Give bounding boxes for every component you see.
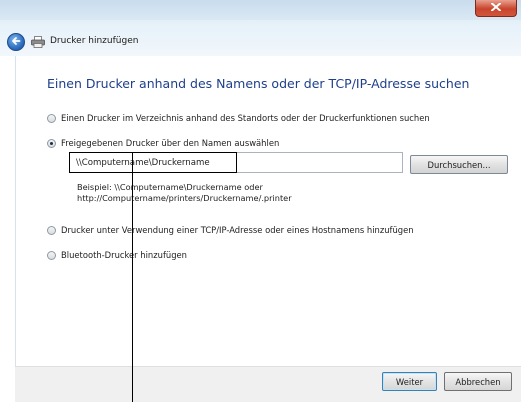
option-label: Bluetooth-Drucker hinzufügen xyxy=(61,250,187,260)
cancel-button[interactable]: Abbrechen xyxy=(444,372,512,391)
back-button[interactable] xyxy=(7,33,25,51)
annotation-pointer-line xyxy=(132,152,133,402)
option-shared-printer-by-name[interactable]: Freigegebenen Drucker über den Namen aus… xyxy=(47,138,279,148)
title-bar xyxy=(0,0,521,56)
example-line-1: Beispiel: \\Computername\Druckername ode… xyxy=(77,182,263,192)
radio-button[interactable] xyxy=(47,250,56,260)
option-bluetooth-printer[interactable]: Bluetooth-Drucker hinzufügen xyxy=(47,250,187,260)
next-button[interactable]: Weiter xyxy=(382,372,437,391)
example-hint: Beispiel: \\Computername\Druckername ode… xyxy=(77,182,292,203)
shared-printer-name-input[interactable] xyxy=(69,152,403,173)
radio-button[interactable] xyxy=(47,113,56,123)
close-button[interactable] xyxy=(475,0,517,17)
window-title: Drucker hinzufügen xyxy=(50,36,139,46)
wizard-content xyxy=(15,56,521,366)
printer-icon xyxy=(31,36,45,48)
option-directory-search[interactable]: Einen Drucker im Verzeichnis anhand des … xyxy=(47,113,430,123)
back-arrow-icon xyxy=(11,36,21,49)
add-printer-window: Drucker hinzufügen Einen Drucker anhand … xyxy=(0,0,521,402)
option-label: Einen Drucker im Verzeichnis anhand des … xyxy=(61,113,430,123)
radio-button-selected[interactable] xyxy=(47,138,56,148)
option-label: Drucker unter Verwendung einer TCP/IP-Ad… xyxy=(61,225,414,235)
window-frame-top xyxy=(0,0,521,20)
radio-button[interactable] xyxy=(47,225,56,235)
close-icon xyxy=(491,2,501,14)
page-heading: Einen Drucker anhand des Namens oder der… xyxy=(47,76,470,91)
example-line-2: http://Computername/printers/Druckername… xyxy=(77,192,292,203)
browse-button[interactable]: Durchsuchen... xyxy=(410,155,508,174)
option-tcpip-hostname[interactable]: Drucker unter Verwendung einer TCP/IP-Ad… xyxy=(47,225,414,235)
option-label: Freigegebenen Drucker über den Namen aus… xyxy=(61,138,280,148)
